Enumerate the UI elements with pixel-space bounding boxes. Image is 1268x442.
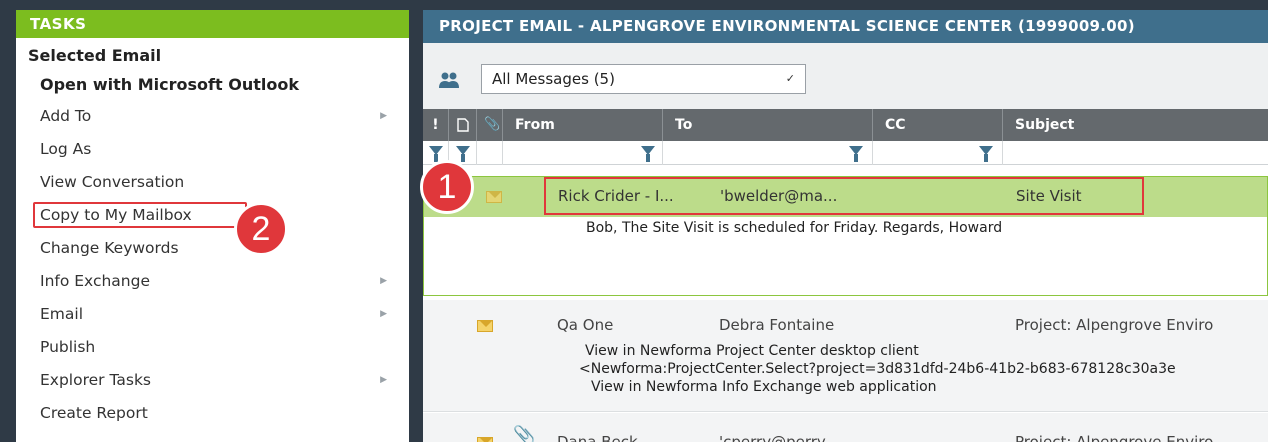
submenu-arrow-icon: ▶	[380, 309, 387, 319]
submenu-arrow-icon: ▶	[380, 375, 387, 385]
task-view-conversation[interactable]: View Conversation	[16, 166, 409, 199]
email-row[interactable]: Qa One Debra Fontaine Project: Alpengrov…	[423, 300, 1268, 412]
row-subject: Project: Alpengrove Enviro	[1015, 433, 1214, 442]
email-toolbar: All Messages (5) ✓	[423, 43, 1268, 109]
column-importance[interactable]: !	[423, 109, 449, 141]
task-info-exchange[interactable]: Info Exchange ▶	[16, 265, 409, 298]
selected-email-heading: Selected Email	[28, 46, 162, 65]
envelope-icon	[477, 437, 493, 442]
task-create-report[interactable]: Create Report	[16, 397, 409, 430]
row-subject: Project: Alpengrove Enviro	[1015, 316, 1214, 334]
message-view-select[interactable]: All Messages (5) ✓	[481, 64, 806, 94]
task-label: Email	[40, 305, 84, 323]
task-label: View Conversation	[40, 173, 185, 191]
row-from: Qa One	[557, 316, 614, 334]
task-copy-to-my-mailbox[interactable]: Copy to My Mailbox	[16, 199, 409, 232]
column-attachment[interactable]: 📎	[477, 109, 503, 141]
filter-icon	[641, 146, 655, 162]
people-icon[interactable]	[438, 71, 460, 89]
tasks-panel: TASKS Selected Email Open with Microsoft…	[16, 10, 409, 442]
highlight-box	[544, 177, 1144, 215]
chevron-down-icon: ✓	[785, 72, 795, 85]
row-to: Debra Fontaine	[719, 316, 835, 334]
filter-to[interactable]	[663, 141, 873, 165]
highlight-box	[33, 202, 247, 228]
filter-icon	[979, 146, 993, 162]
email-row[interactable]: 📎 Dana Beck 'cperry@perry... Project: Al…	[423, 413, 1268, 442]
filter-attachment[interactable]	[477, 141, 503, 165]
filter-icon	[849, 146, 863, 162]
task-change-keywords[interactable]: Change Keywords	[16, 232, 409, 265]
envelope-icon	[477, 320, 493, 332]
callout-badge-2: 2	[234, 202, 288, 256]
task-label: Explorer Tasks	[40, 371, 151, 389]
column-to-label: To	[675, 117, 693, 133]
callout-badge-1: 1	[420, 160, 474, 214]
row-preview-line: Bob, The Site Visit is scheduled for Fri…	[586, 220, 1003, 236]
row-preview-line: View in Newforma Project Center desktop …	[585, 343, 919, 359]
filter-icon	[456, 146, 470, 162]
task-label: Change Keywords	[40, 239, 179, 257]
task-label: Open with Microsoft Outlook	[40, 75, 299, 94]
paperclip-icon: 📎	[513, 425, 536, 442]
row-to: 'cperry@perry...	[719, 433, 838, 442]
envelope-icon	[486, 191, 502, 203]
column-from-label: From	[515, 117, 555, 133]
paperclip-icon: 📎	[484, 117, 501, 132]
filter-cc[interactable]	[873, 141, 1003, 165]
task-explorer-tasks[interactable]: Explorer Tasks ▶	[16, 364, 409, 397]
task-log-as[interactable]: Log As	[16, 133, 409, 166]
tasks-header: TASKS	[16, 10, 409, 38]
project-email-panel: PROJECT EMAIL - ALPENGROVE ENVIRONMENTAL…	[423, 10, 1268, 442]
column-to[interactable]: To	[663, 109, 873, 141]
column-subject[interactable]: Subject	[1003, 109, 1268, 141]
filter-icon	[429, 146, 443, 162]
importance-header-icon: !	[432, 117, 439, 133]
submenu-arrow-icon: ▶	[380, 111, 387, 121]
submenu-arrow-icon: ▶	[380, 276, 387, 286]
column-document[interactable]	[449, 109, 477, 141]
document-icon	[457, 118, 469, 132]
column-cc-label: CC	[885, 117, 906, 133]
email-panel-title: PROJECT EMAIL - ALPENGROVE ENVIRONMENTAL…	[423, 10, 1268, 43]
column-from[interactable]: From	[503, 109, 663, 141]
app-window: TASKS Selected Email Open with Microsoft…	[0, 0, 1268, 442]
task-label: Add To	[40, 107, 92, 125]
row-preview-line: <Newforma:ProjectCenter.Select?project=3…	[579, 361, 1176, 377]
view-select-value: All Messages (5)	[492, 70, 615, 88]
row-preview-line: View in Newforma Info Exchange web appli…	[591, 379, 937, 395]
column-cc[interactable]: CC	[873, 109, 1003, 141]
task-email[interactable]: Email ▶	[16, 298, 409, 331]
filter-row	[423, 141, 1268, 165]
task-label: Create Report	[40, 404, 148, 422]
column-subject-label: Subject	[1015, 117, 1075, 133]
task-add-to[interactable]: Add To ▶	[16, 100, 409, 133]
filter-subject[interactable]	[1003, 141, 1268, 165]
grid-header: ! 📎 From To CC Subject	[423, 109, 1268, 141]
task-label: Log As	[40, 140, 92, 158]
task-open-with-outlook[interactable]: Open with Microsoft Outlook	[16, 70, 409, 100]
row-from: Dana Beck	[557, 433, 638, 442]
filter-from[interactable]	[503, 141, 663, 165]
email-row-selected[interactable]: Rick Crider - I... 'bwelder@ma... Site V…	[423, 176, 1268, 296]
task-label: Info Exchange	[40, 272, 150, 290]
task-publish[interactable]: Publish	[16, 331, 409, 364]
task-label: Publish	[40, 338, 96, 356]
